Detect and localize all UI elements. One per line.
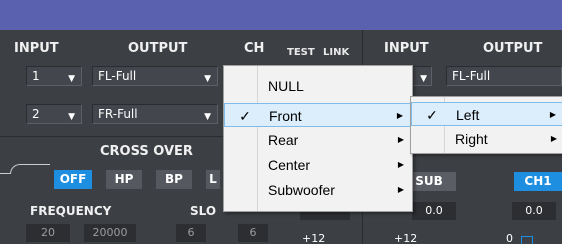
submenu-arrow-icon: ▶ — [550, 134, 557, 143]
right-value-1[interactable]: 0.0 — [412, 202, 456, 220]
ch1-button[interactable]: CH1 — [514, 172, 562, 191]
submenu-item-label: Right — [455, 131, 488, 147]
right-value-2[interactable]: 0.0 — [512, 202, 556, 220]
checkmark-icon: ✓ — [426, 107, 438, 123]
menu-item-rear[interactable]: Rear ▶ — [224, 128, 412, 152]
ch-header: CH — [244, 41, 265, 56]
menu-item-null[interactable]: NULL — [224, 74, 412, 98]
chevron-down-icon: ▼ — [68, 112, 75, 122]
menu-item-label: Center — [268, 157, 311, 173]
slope-high-value[interactable]: 6 — [238, 224, 268, 242]
output-select-value: FL-Full — [98, 69, 137, 83]
input-select-value: 2 — [32, 107, 40, 121]
gain-label-3: 0 — [506, 232, 513, 244]
right-input-select[interactable]: ▼ — [410, 66, 432, 86]
input-select-2[interactable]: 2 ▼ — [26, 104, 82, 124]
output-header: OUTPUT — [128, 41, 188, 56]
output-select-value: FR-Full — [98, 107, 138, 121]
menu-item-center[interactable]: Center ▶ — [224, 153, 412, 177]
output-select-2[interactable]: FR-Full ▼ — [92, 104, 218, 124]
submenu-arrow-icon: ▶ — [549, 110, 556, 119]
input-header: INPUT — [14, 41, 59, 56]
menu-item-subwoofer[interactable]: Subwoofer ▶ — [224, 178, 412, 202]
frequency-low-value[interactable]: 20 — [26, 224, 70, 242]
submenu-arrow-icon: ▶ — [397, 160, 404, 169]
menu-item-label: Rear — [268, 132, 299, 148]
crossover-hp-button[interactable]: HP — [106, 170, 142, 189]
submenu-arrow-icon: ▶ — [397, 185, 404, 194]
right-output-header: OUTPUT — [483, 41, 543, 56]
gain-label-1: +12 — [302, 232, 326, 244]
right-input-header: INPUT — [384, 41, 429, 56]
slope-label: SLO — [190, 204, 217, 218]
submenu-arrow-icon: ▶ — [396, 111, 403, 120]
frequency-label: FREQUENCY — [30, 204, 112, 218]
crossover-bp-button[interactable]: BP — [156, 170, 192, 189]
gain-slider-handle[interactable] — [521, 236, 533, 244]
submenu-item-right[interactable]: Right ▶ — [411, 127, 562, 151]
menu-item-label: NULL — [268, 78, 304, 94]
frequency-high-value[interactable]: 20000 — [84, 224, 136, 242]
submenu-item-left[interactable]: ✓ Left ▶ — [411, 102, 562, 126]
input-select-1[interactable]: 1 ▼ — [26, 66, 82, 86]
submenu-arrow-icon: ▶ — [397, 135, 404, 144]
chevron-down-icon: ▼ — [204, 74, 211, 84]
title-bar — [0, 0, 562, 30]
output-select-1[interactable]: FL-Full ▼ — [92, 66, 218, 86]
chevron-down-icon: ▼ — [204, 112, 211, 122]
slope-low-value[interactable]: 6 — [176, 224, 206, 242]
crossover-off-button[interactable]: OFF — [54, 170, 92, 189]
menu-item-label: Front — [269, 108, 302, 124]
chevron-down-icon: ▼ — [420, 74, 427, 84]
crossover-lp-button[interactable]: L — [206, 170, 220, 189]
crossover-curve-line — [0, 173, 10, 174]
channel-submenu: ✓ Left ▶ Right ▶ — [410, 96, 562, 154]
test-header: TEST — [287, 47, 315, 58]
crossover-curve — [10, 164, 50, 174]
input-select-value: 1 — [32, 69, 40, 83]
link-header: LINK — [323, 47, 350, 58]
checkmark-icon: ✓ — [239, 108, 251, 124]
gain-label-2: +12 — [394, 232, 418, 244]
menu-item-front[interactable]: ✓ Front ▶ — [224, 103, 412, 127]
chevron-down-icon: ▼ — [68, 74, 75, 84]
output-select-value: FL-Full — [452, 69, 491, 83]
menu-item-label: Subwoofer — [268, 182, 335, 198]
channel-context-menu: NULL ✓ Front ▶ Rear ▶ Center ▶ Subwoofer… — [223, 65, 413, 212]
crossover-title: CROSS OVER — [100, 144, 193, 159]
submenu-item-label: Left — [456, 107, 480, 123]
right-output-select[interactable]: FL-Full — [446, 66, 562, 86]
